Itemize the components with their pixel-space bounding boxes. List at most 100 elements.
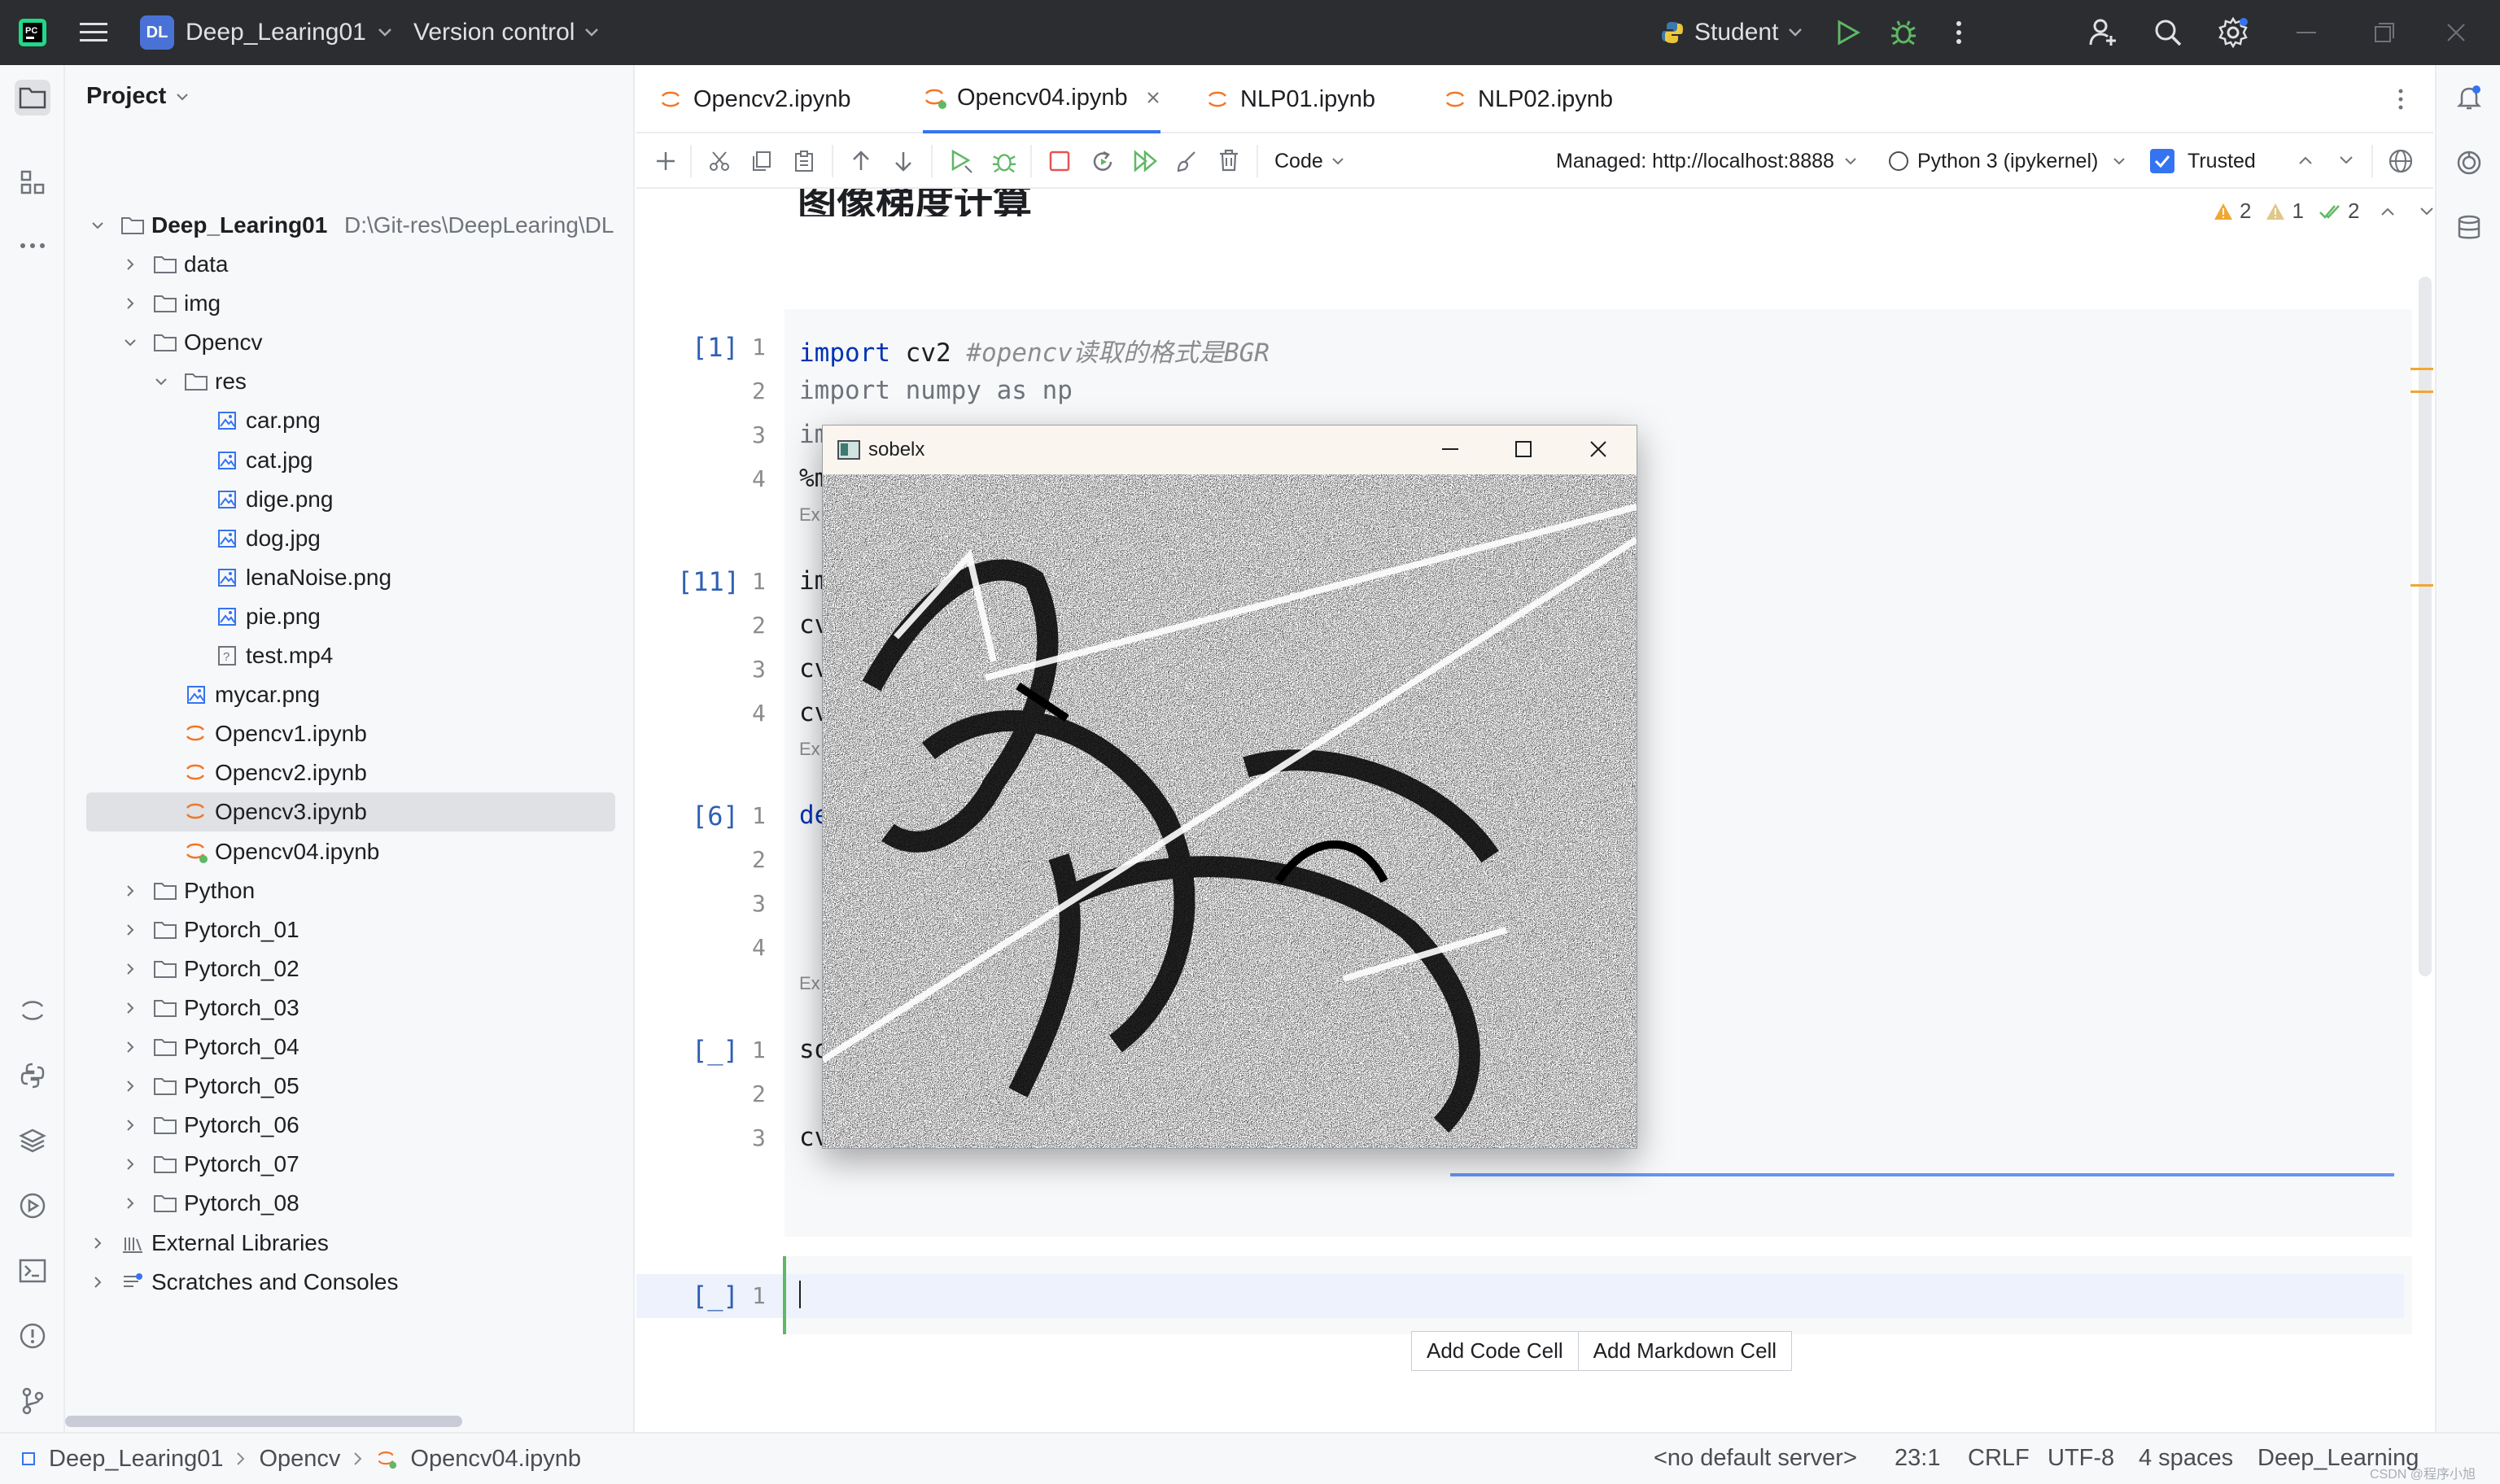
- search-icon[interactable]: [2153, 0, 2183, 65]
- add-user-icon[interactable]: [2088, 0, 2118, 65]
- tree-item-pytorch-07[interactable]: Pytorch_07: [65, 1145, 635, 1184]
- tree-item-img[interactable]: img: [65, 284, 635, 323]
- run-config-selector[interactable]: Student: [1660, 0, 1803, 65]
- status-line-separator[interactable]: CRLF: [1968, 1445, 2030, 1472]
- chevron-right-icon[interactable]: [90, 1274, 106, 1290]
- tree-root-row[interactable]: Deep_Learing01 D:\Git-res\DeepLearing\DL: [65, 206, 635, 245]
- python-packages-icon[interactable]: [15, 1123, 50, 1159]
- maximize-window-icon[interactable]: [2375, 0, 2394, 65]
- breadcrumb-folder[interactable]: Opencv: [259, 1446, 340, 1473]
- notifications-icon[interactable]: [2451, 80, 2487, 116]
- run-icon[interactable]: [1836, 0, 1860, 65]
- clear-outputs-icon[interactable]: [1175, 150, 1198, 172]
- next-cell-icon[interactable]: [2339, 155, 2354, 166]
- chevron-right-icon[interactable]: [122, 256, 138, 273]
- tree-item-python[interactable]: Python: [65, 871, 635, 910]
- status-caret-position[interactable]: 23:1: [1895, 1445, 1940, 1472]
- tree-item-lenanoise-png[interactable]: lenaNoise.png: [65, 558, 635, 597]
- tree-item-dog-jpg[interactable]: dog.jpg: [65, 519, 635, 558]
- git-icon[interactable]: [15, 1383, 50, 1419]
- tree-item-pytorch-01[interactable]: Pytorch_01: [65, 910, 635, 949]
- jupyter-server-select[interactable]: Managed: http://localhost:8888: [1556, 133, 1857, 189]
- tree-item-pytorch-06[interactable]: Pytorch_06: [65, 1106, 635, 1145]
- tree-item-mycar-png[interactable]: mycar.png: [65, 675, 635, 714]
- tree-item-test-mp4[interactable]: ? test.mp4: [65, 636, 635, 675]
- terminal-icon[interactable]: [15, 1253, 50, 1289]
- settings-gear-icon[interactable]: [2217, 0, 2249, 65]
- tree-item-external-libraries[interactable]: External Libraries: [65, 1224, 635, 1263]
- tree-item-opencv[interactable]: Opencv: [65, 323, 635, 362]
- run-all-icon[interactable]: [1133, 150, 1159, 172]
- maximize-icon[interactable]: [1514, 440, 1532, 458]
- tree-item-cat-jpg[interactable]: cat.jpg: [65, 441, 635, 480]
- close-icon[interactable]: [1589, 440, 1607, 458]
- trusted-toggle[interactable]: Trusted: [2150, 133, 2256, 189]
- cut-icon[interactable]: [708, 150, 731, 172]
- close-window-icon[interactable]: [2446, 0, 2466, 65]
- tab-opencv04-active[interactable]: Opencv04.ipynb: [923, 65, 1160, 133]
- problems-icon[interactable]: [15, 1318, 50, 1354]
- tree-item-pie-png[interactable]: pie.png: [65, 597, 635, 636]
- interrupt-kernel-icon[interactable]: [1048, 150, 1071, 172]
- kernel-select[interactable]: Python 3 (ipykernel): [1888, 133, 2126, 189]
- tab-nlp02[interactable]: NLP02.ipynb: [1444, 65, 1613, 133]
- add-markdown-cell-button[interactable]: Add Markdown Cell: [1579, 1332, 1791, 1370]
- status-server[interactable]: <no default server>: [1654, 1445, 1857, 1472]
- more-tools-icon[interactable]: [15, 228, 50, 264]
- chevron-right-icon[interactable]: [122, 883, 138, 899]
- chevron-right-icon[interactable]: [90, 1235, 106, 1251]
- tree-item-data[interactable]: data: [65, 245, 635, 284]
- paste-icon[interactable]: [793, 150, 815, 172]
- chevron-down-icon[interactable]: [153, 373, 169, 390]
- move-cell-down-icon[interactable]: [892, 150, 915, 172]
- tree-item-opencv1-ipynb[interactable]: Opencv1.ipynb: [65, 714, 635, 753]
- tree-item-dige-png[interactable]: dige.png: [65, 480, 635, 519]
- structure-tool-icon[interactable]: [15, 164, 50, 200]
- run-cell-icon[interactable]: [949, 148, 975, 174]
- python-console-icon[interactable]: [15, 1058, 50, 1093]
- globe-icon[interactable]: [2388, 148, 2414, 174]
- chevron-right-icon[interactable]: [122, 1117, 138, 1133]
- services-icon[interactable]: [15, 1188, 50, 1224]
- tree-item-pytorch-05[interactable]: Pytorch_05: [65, 1067, 635, 1106]
- project-tool-icon[interactable]: [15, 80, 50, 116]
- tree-item-pytorch-08[interactable]: Pytorch_08: [65, 1184, 635, 1223]
- tree-item-car-png[interactable]: car.png: [65, 401, 635, 440]
- chevron-right-icon[interactable]: [122, 1000, 138, 1016]
- tab-opencv2[interactable]: Opencv2.ipynb: [659, 65, 850, 133]
- close-tab-icon[interactable]: [1146, 90, 1160, 105]
- tree-item-opencv04-ipynb[interactable]: Opencv04.ipynb: [65, 832, 635, 871]
- tree-item-opencv3-ipynb[interactable]: Opencv3.ipynb: [65, 792, 635, 831]
- chevron-right-icon[interactable]: [122, 1156, 138, 1172]
- inspection-widget[interactable]: 2 1 2: [2214, 199, 2434, 224]
- chevron-right-icon[interactable]: [122, 922, 138, 938]
- tab-nlp01[interactable]: NLP01.ipynb: [1206, 65, 1375, 133]
- code-line[interactable]: import numpy as np: [799, 376, 1073, 405]
- cell-type-select[interactable]: Code: [1265, 133, 1344, 189]
- chevron-up-icon[interactable]: [2380, 207, 2395, 216]
- tree-item-pytorch-03[interactable]: Pytorch_03: [65, 989, 635, 1028]
- debug-icon[interactable]: [1890, 0, 1917, 65]
- project-view-selector[interactable]: Project: [86, 83, 189, 110]
- chevron-right-icon[interactable]: [122, 295, 138, 312]
- status-encoding[interactable]: UTF-8: [2048, 1445, 2114, 1472]
- code-line[interactable]: import cv2 #opencv读取的格式是BGR: [799, 332, 1270, 369]
- sobelx-window-titlebar[interactable]: sobelx: [823, 426, 1637, 474]
- previous-cell-icon[interactable]: [2298, 155, 2313, 166]
- horizontal-scrollbar[interactable]: [65, 1416, 462, 1427]
- move-cell-up-icon[interactable]: [850, 150, 872, 172]
- minimize-window-icon[interactable]: [2297, 0, 2316, 65]
- tabs-more-icon[interactable]: [2397, 88, 2404, 111]
- more-actions-icon[interactable]: [1955, 0, 1963, 65]
- jupyter-tool-icon[interactable]: [15, 993, 50, 1028]
- delete-cell-icon[interactable]: [1217, 148, 1240, 172]
- main-menu-icon[interactable]: [80, 0, 107, 65]
- chevron-right-icon[interactable]: [122, 961, 138, 977]
- ai-assistant-icon[interactable]: [2451, 145, 2487, 181]
- chevron-right-icon[interactable]: [122, 1195, 138, 1211]
- restart-kernel-icon[interactable]: [1090, 150, 1115, 174]
- copy-icon[interactable]: [750, 150, 773, 172]
- breadcrumb-file[interactable]: Opencv04.ipynb: [410, 1446, 581, 1473]
- tree-item-res[interactable]: res: [65, 362, 635, 401]
- pycharm-logo-icon[interactable]: PC: [18, 0, 47, 65]
